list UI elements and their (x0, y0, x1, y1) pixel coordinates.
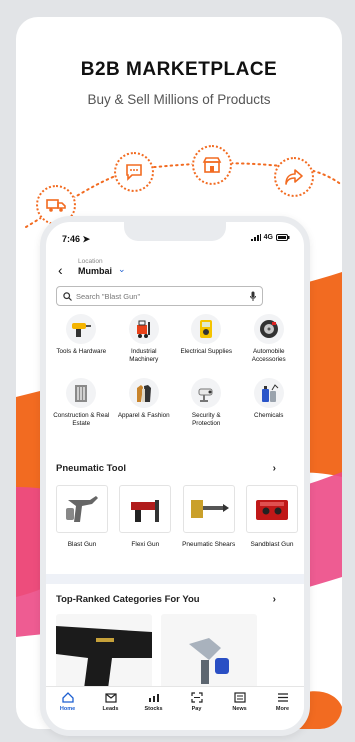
category-label: Industrial Machinery (129, 348, 159, 363)
bottom-tab-bar: Home Leads Stocks Pay News More (46, 686, 304, 730)
chevron-down-icon[interactable]: ⌄ (118, 264, 126, 275)
forklift-icon (128, 314, 159, 344)
microphone-icon[interactable] (250, 291, 256, 301)
category-chemicals[interactable]: Chemicals (238, 378, 301, 436)
category-tools-hardware[interactable]: Tools & Hardware (50, 314, 113, 372)
location-selector[interactable]: ‹ Location Mumbai ⌄ (58, 258, 298, 280)
location-city[interactable]: Mumbai (78, 266, 112, 276)
chevron-right-icon[interactable]: › (273, 594, 276, 605)
category-industrial-machinery[interactable]: Industrial Machinery (113, 314, 176, 372)
tab-label: Leads (102, 706, 119, 712)
category-automobile-accessories[interactable]: Automobile Accessories (238, 314, 301, 372)
category-electrical-supplies[interactable]: Electrical Supplies (175, 314, 238, 372)
battery-icon (276, 234, 290, 241)
category-label: Security & Protection (191, 412, 221, 427)
hero-title: B2B MARKETPLACE (80, 59, 278, 80)
top-ranked-section: Top-Ranked Categories For You › (46, 584, 304, 714)
top-ranked-header[interactable]: Top-Ranked Categories For You › (56, 594, 276, 605)
location-label: Location (78, 258, 103, 265)
tab-label: Stocks (144, 706, 163, 712)
search-icon (63, 291, 72, 301)
product-card[interactable]: Sandblast Gun (244, 485, 300, 549)
product-card[interactable]: Flexi Gun (117, 485, 173, 549)
tab-pay[interactable]: Pay (179, 692, 215, 712)
tyre-icon (253, 314, 284, 344)
category-security-protection[interactable]: Security & Protection (175, 378, 238, 436)
category-label: Automobile Accessories (251, 348, 286, 363)
product-label: Sandblast Gun (250, 541, 294, 548)
signal-icon (250, 234, 261, 241)
category-grid: Tools & Hardware Industrial Machinery El… (50, 314, 300, 436)
drill-icon (66, 314, 97, 344)
network-label: 4G (263, 234, 273, 241)
status-time-text: 7:46 (62, 234, 81, 244)
scan-pay-icon (190, 692, 203, 703)
category-label: Electrical Supplies (180, 348, 232, 355)
status-time: 7:46 ➤ (62, 234, 91, 244)
phone-mockup: 7:46 ➤ 4G ‹ Location Mumbai ⌄ Search "Bl… (40, 216, 310, 736)
spray-gun-icon (56, 485, 108, 533)
product-label: Blast Gun (67, 541, 97, 548)
hero-subtitle: Buy & Sell Millions of Products (87, 92, 271, 107)
clothes-icon (128, 378, 159, 408)
chevron-right-icon[interactable]: › (273, 463, 276, 474)
home-icon (61, 692, 74, 703)
tab-stocks[interactable]: Stocks (136, 692, 172, 712)
tab-leads[interactable]: Leads (93, 692, 129, 712)
menu-icon (277, 693, 288, 702)
tab-more[interactable]: More (265, 692, 301, 712)
news-icon (233, 692, 246, 703)
section-title: Pneumatic Tool (56, 463, 127, 474)
search-placeholder: Search "Blast Gun" (76, 291, 141, 301)
chat-icon (114, 152, 154, 192)
tab-label: Pay (191, 706, 202, 712)
search-input[interactable]: Search "Blast Gun" (56, 286, 263, 306)
stocks-icon (148, 694, 159, 702)
tab-label: More (275, 706, 290, 712)
chemical-bottle-icon (253, 378, 284, 408)
shears-icon (182, 485, 235, 533)
pneumatic-product-list: Blast Gun Flexi Gun Pneumatic Shears San… (54, 485, 300, 549)
tab-label: News (232, 706, 247, 712)
building-icon (66, 378, 97, 408)
multimeter-icon (191, 314, 222, 344)
pneumatic-section-header[interactable]: Pneumatic Tool › (56, 463, 276, 474)
status-bar: 7:46 ➤ 4G (46, 234, 304, 248)
product-label: Flexi Gun (131, 541, 160, 548)
sandblast-cabinet-icon (245, 485, 298, 533)
product-label: Pneumatic Shears (182, 541, 236, 548)
category-label: Tools & Hardware (56, 348, 107, 355)
tab-home[interactable]: Home (50, 692, 86, 712)
back-arrow-icon[interactable]: ‹ (58, 262, 63, 278)
category-construction-real-estate[interactable]: Construction & Real Estate (50, 378, 113, 436)
product-card[interactable]: Pneumatic Shears (181, 485, 237, 549)
product-card[interactable]: Blast Gun (54, 485, 110, 549)
tab-news[interactable]: News (222, 692, 258, 712)
store-icon (192, 145, 232, 185)
status-indicators: 4G (250, 234, 290, 241)
tab-label: Home (59, 706, 76, 712)
share-arrow-icon (274, 157, 314, 197)
category-apparel-fashion[interactable]: Apparel & Fashion (113, 378, 176, 436)
nail-gun-icon (119, 485, 172, 533)
category-label: Apparel & Fashion (117, 412, 170, 419)
section-divider (46, 574, 304, 584)
cctv-icon (191, 378, 222, 408)
section-title: Top-Ranked Categories For You (56, 594, 200, 605)
category-label: Chemicals (254, 412, 284, 419)
mail-icon (104, 693, 117, 703)
category-label: Construction & Real Estate (53, 412, 110, 427)
